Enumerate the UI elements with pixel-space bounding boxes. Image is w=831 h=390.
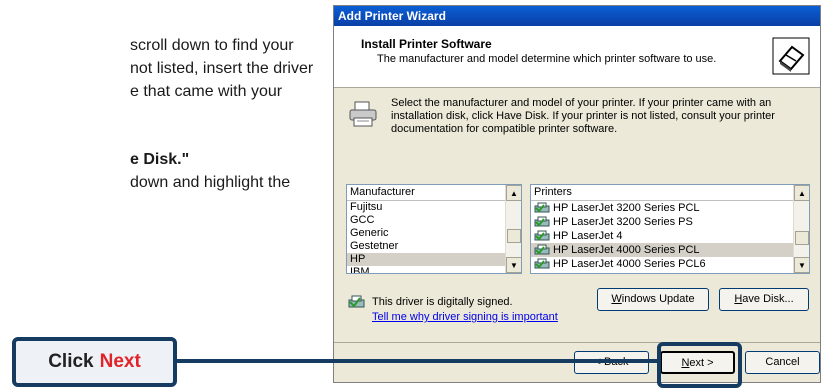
button-label: indows Update <box>621 293 695 305</box>
callout-click-next: Click Next <box>12 337 177 387</box>
printers-column-header: Printers <box>531 185 809 201</box>
header-title: Install Printer Software <box>361 37 492 51</box>
printer-label: HP LaserJet 4 <box>553 230 623 242</box>
signed-printer-icon <box>534 258 550 269</box>
printer-label: HP LaserJet 4000 Series PCL <box>553 244 700 256</box>
printer-label: HP LaserJet 4000 Series PCL6 <box>553 258 706 270</box>
accelerator-key: W <box>611 293 622 305</box>
callout-connector <box>177 359 657 363</box>
list-item[interactable]: HP LaserJet 3200 Series PS <box>531 215 809 229</box>
wizard-header: Install Printer Software The manufacture… <box>334 26 820 88</box>
driver-signing-link[interactable]: Tell me why driver signing is important <box>372 311 558 323</box>
manual-text-line: e Disk." <box>130 151 190 168</box>
intro-text: Select the manufacturer and model of you… <box>391 97 775 135</box>
manual-text-line: down and highlight the <box>130 174 291 191</box>
signed-printer-icon <box>534 244 550 255</box>
scroll-down-button[interactable]: ▼ <box>794 257 809 273</box>
list-item[interactable]: GCC <box>347 214 521 227</box>
printer-wizard-icon <box>772 37 810 75</box>
cancel-button[interactable]: Cancel <box>745 351 820 374</box>
manual-text-line: e that came with your <box>130 83 283 100</box>
button-separator <box>334 342 820 343</box>
callout-highlight-frame <box>657 342 742 388</box>
list-item[interactable]: HP LaserJet 4 <box>531 229 809 243</box>
scroll-thumb[interactable] <box>795 231 809 245</box>
manufacturer-scrollbar[interactable]: ▲ ▼ <box>505 185 521 273</box>
list-item[interactable]: Generic <box>347 227 521 240</box>
add-printer-wizard-dialog: Add Printer Wizard Install Printer Softw… <box>333 5 821 383</box>
printer-label: HP LaserJet 3200 Series PS <box>553 216 693 228</box>
list-item[interactable]: Gestetner <box>347 240 521 253</box>
signed-printer-icon <box>534 216 550 227</box>
windows-update-button[interactable]: Windows Update <box>597 288 709 311</box>
list-item[interactable]: HP LaserJet 3200 Series PCL <box>531 201 809 215</box>
window-title: Add Printer Wizard <box>334 6 820 26</box>
list-item[interactable]: IBM <box>347 266 521 273</box>
manufacturer-column-header: Manufacturer <box>347 185 521 201</box>
scroll-down-button[interactable]: ▼ <box>506 257 521 273</box>
signed-printer-icon <box>534 230 550 241</box>
signed-printer-icon <box>534 202 550 213</box>
manufacturer-listbox[interactable]: Manufacturer Fujitsu GCC Generic Gestetn… <box>346 184 522 274</box>
header-subtitle: The manufacturer and model determine whi… <box>377 53 717 65</box>
scroll-up-button[interactable]: ▲ <box>794 185 809 201</box>
scroll-up-button[interactable]: ▲ <box>506 185 521 201</box>
signed-driver-text: This driver is digitally signed. <box>372 296 513 308</box>
manual-text-line: scroll down to find your <box>130 37 294 54</box>
printers-listbox[interactable]: Printers HP LaserJet 3200 Series PCL HP … <box>530 184 810 274</box>
callout-prefix: Click <box>48 351 94 372</box>
list-item[interactable]: HP LaserJet 4000 Series PCL6 <box>531 257 809 271</box>
list-item-selected[interactable]: HP <box>347 253 521 266</box>
signed-driver-icon <box>348 295 365 308</box>
button-label: ave Disk... <box>742 293 794 305</box>
printers-scrollbar[interactable]: ▲ ▼ <box>793 185 809 273</box>
list-item[interactable]: Fujitsu <box>347 201 521 214</box>
printer-icon <box>349 101 377 127</box>
have-disk-button[interactable]: Have Disk... <box>719 288 809 311</box>
scroll-thumb[interactable] <box>507 229 521 243</box>
printer-label: HP LaserJet 3200 Series PCL <box>553 202 700 214</box>
callout-emphasis: Next <box>99 351 141 372</box>
list-item-selected[interactable]: HP LaserJet 4000 Series PCL <box>531 243 809 257</box>
manual-text-line: not listed, insert the driver <box>130 60 314 77</box>
